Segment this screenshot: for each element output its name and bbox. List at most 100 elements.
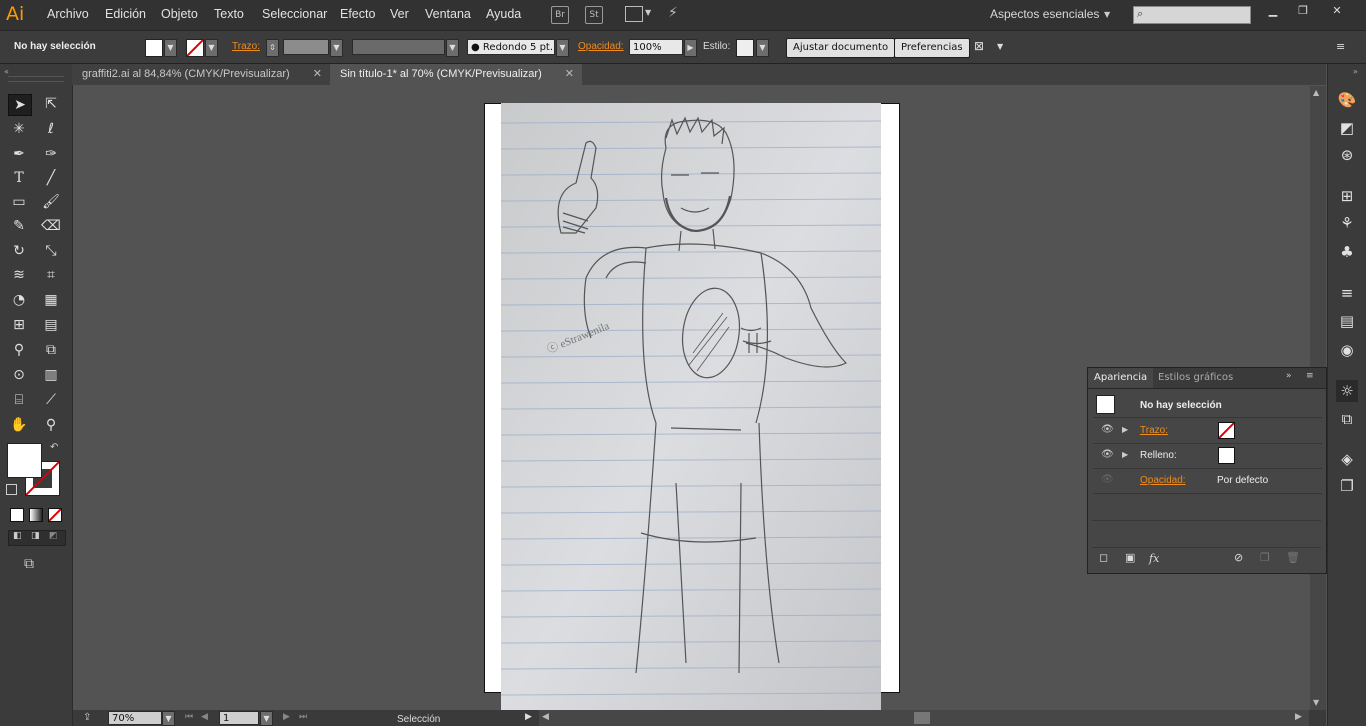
brush-dropdown[interactable]: ▼	[556, 39, 569, 57]
line-tool-icon[interactable]: ╱	[40, 168, 62, 188]
chevron-down-icon[interactable]: ▼	[645, 8, 651, 17]
stroke-weight-field[interactable]	[283, 39, 329, 55]
tab-estilos-graficos[interactable]: Estilos gráficos	[1152, 368, 1239, 388]
appearance-row-stroke[interactable]: 👁 ▶ Trazo:	[1093, 419, 1322, 444]
menu-efecto[interactable]: Efecto	[340, 7, 375, 21]
pen-tool-icon[interactable]: ✒	[8, 144, 30, 164]
maximize-button[interactable]: ❐	[1288, 4, 1318, 17]
scale-tool-icon[interactable]: ⤡	[40, 241, 62, 261]
appearance-stroke-label[interactable]: Trazo:	[1140, 425, 1168, 436]
graphic-styles-icon[interactable]: ⧉	[1336, 408, 1358, 430]
column-graph-tool-icon[interactable]: ▥	[40, 365, 62, 385]
artboard-tool-icon[interactable]: ⌸	[8, 390, 30, 410]
draw-normal-icon[interactable]: ◧	[13, 531, 22, 541]
add-stroke-icon[interactable]: ◻	[1099, 551, 1108, 564]
rotate-tool-icon[interactable]: ↻	[8, 241, 30, 261]
slice-tool-icon[interactable]: ⟋	[40, 390, 62, 410]
first-artboard-icon[interactable]: ⏮	[185, 712, 193, 722]
style-swatch[interactable]	[736, 39, 754, 57]
help-search-input[interactable]: ⌕	[1133, 6, 1251, 24]
align-dropdown-icon[interactable]: ▼	[997, 42, 1003, 51]
menu-edicion[interactable]: Edición	[105, 7, 146, 21]
menu-objeto[interactable]: Objeto	[161, 7, 198, 21]
stroke-weight-dropdown[interactable]: ▼	[330, 39, 343, 57]
paintbrush-tool-icon[interactable]: 🖌	[40, 192, 62, 212]
tab-sin-titulo[interactable]: Sin título-1* al 70% (CMYK/Previsualizar…	[330, 64, 582, 85]
hand-tool-icon[interactable]: ✋	[8, 415, 30, 435]
artboard-number-field[interactable]: 1	[219, 711, 259, 725]
opacity-arrow[interactable]: ▶	[684, 39, 697, 57]
fx-icon[interactable]: fx	[1149, 552, 1159, 565]
layers-icon[interactable]: ◈	[1336, 448, 1358, 470]
direct-selection-tool-icon[interactable]: ⇱	[40, 94, 62, 114]
profile-dropdown[interactable]: ▼	[446, 39, 459, 57]
brush-definition-field[interactable]: ● Redondo 5 pt.	[467, 39, 555, 55]
draw-inside-icon[interactable]: ◩	[49, 531, 58, 541]
appearance-fill-swatch[interactable]	[1218, 447, 1235, 464]
color-guide-icon[interactable]: ◩	[1336, 117, 1358, 139]
visibility-eye-icon[interactable]: 👁	[1101, 449, 1114, 460]
appearance-row-fill[interactable]: 👁 ▶ Relleno:	[1093, 444, 1322, 469]
collapse-panel-icon[interactable]: «	[4, 67, 9, 76]
appearance-panel-icon[interactable]: ☼	[1336, 380, 1358, 402]
draw-mode-group[interactable]: ◧ ◨ ◩	[8, 530, 66, 546]
tab-apariencia[interactable]: Apariencia	[1088, 368, 1154, 388]
lasso-tool-icon[interactable]: ℓ	[40, 119, 62, 139]
artboard-dropdown[interactable]: ▼	[260, 711, 273, 726]
close-tab-icon[interactable]: ✕	[565, 64, 574, 85]
close-window-button[interactable]: ✕	[1322, 4, 1352, 17]
type-tool-icon[interactable]: T	[8, 168, 30, 188]
scroll-left-icon[interactable]: ◀	[542, 712, 549, 722]
workspace-chevron-icon[interactable]: ▼	[1104, 10, 1110, 19]
style-dropdown[interactable]: ▼	[756, 39, 769, 57]
stock-button[interactable]: St	[585, 6, 603, 24]
swap-fill-stroke-icon[interactable]: ↶	[50, 442, 58, 453]
shape-builder-tool-icon[interactable]: ◔	[8, 290, 30, 310]
menu-ver[interactable]: Ver	[390, 7, 409, 21]
appearance-fill-label[interactable]: Relleno:	[1140, 450, 1177, 461]
stroke-panel-icon[interactable]: ≡	[1336, 282, 1358, 304]
eyedropper-tool-icon[interactable]: ⚲	[8, 340, 30, 360]
stroke-dropdown[interactable]: ▼	[205, 39, 218, 57]
free-transform-tool-icon[interactable]: ⌗	[40, 265, 62, 285]
appearance-opacity-label[interactable]: Opacidad:	[1140, 475, 1186, 486]
screen-mode-icon[interactable]: ⧉	[24, 556, 34, 572]
swatches-icon[interactable]: ⊞	[1336, 185, 1358, 207]
scroll-thumb[interactable]	[914, 712, 930, 724]
zoom-field[interactable]: 70%	[108, 711, 162, 725]
visibility-eye-icon[interactable]: 👁	[1101, 424, 1114, 435]
width-tool-icon[interactable]: ≋	[8, 265, 30, 285]
opacity-field[interactable]: 100%	[629, 39, 683, 55]
brushes-icon[interactable]: ⚘	[1336, 212, 1358, 234]
visibility-eye-icon[interactable]: 👁	[1101, 474, 1114, 485]
gradient-tool-icon[interactable]: ▤	[40, 315, 62, 335]
rectangle-tool-icon[interactable]: ▭	[8, 192, 30, 212]
add-fill-icon[interactable]: ▣	[1125, 551, 1135, 564]
perspective-grid-tool-icon[interactable]: ▦	[40, 290, 62, 310]
zoom-dropdown[interactable]: ▼	[162, 711, 175, 726]
next-artboard-icon[interactable]: ▶	[283, 712, 290, 722]
menu-ayuda[interactable]: Ayuda	[486, 7, 521, 21]
expand-dock-icon[interactable]: »	[1353, 67, 1358, 76]
stroke-weight-label[interactable]: Trazo:	[232, 41, 260, 52]
delete-item-icon[interactable]: 🗑	[1286, 551, 1300, 564]
panel-grip[interactable]	[8, 76, 64, 82]
fill-color-box[interactable]	[7, 443, 42, 478]
cc-libraries-icon[interactable]: ⊛	[1336, 144, 1358, 166]
stroke-swatch[interactable]	[186, 39, 204, 57]
align-options-icon[interactable]: ⊠	[974, 39, 984, 53]
panel-options-icon[interactable]: ≡	[1306, 371, 1314, 381]
fit-document-button[interactable]: Ajustar documento	[786, 38, 896, 58]
gradient-mode-icon[interactable]	[29, 508, 43, 522]
gradient-panel-icon[interactable]: ▤	[1336, 310, 1358, 332]
close-tab-icon[interactable]: ✕	[313, 64, 322, 85]
stroke-stepper[interactable]: ⇕	[266, 39, 279, 57]
tab-graffiti2[interactable]: graffiti2.ai al 84,84% (CMYK/Previsualiz…	[72, 64, 330, 85]
variable-width-profile[interactable]	[352, 39, 445, 55]
blend-tool-icon[interactable]: ⧉	[40, 340, 62, 360]
symbols-icon[interactable]: ♣	[1336, 241, 1358, 263]
magic-wand-tool-icon[interactable]: ✳	[8, 119, 30, 139]
shaper-tool-icon[interactable]: ✎	[8, 216, 30, 236]
minimize-button[interactable]: ▁	[1258, 4, 1288, 17]
collapse-panel-icon[interactable]: »	[1286, 371, 1292, 381]
